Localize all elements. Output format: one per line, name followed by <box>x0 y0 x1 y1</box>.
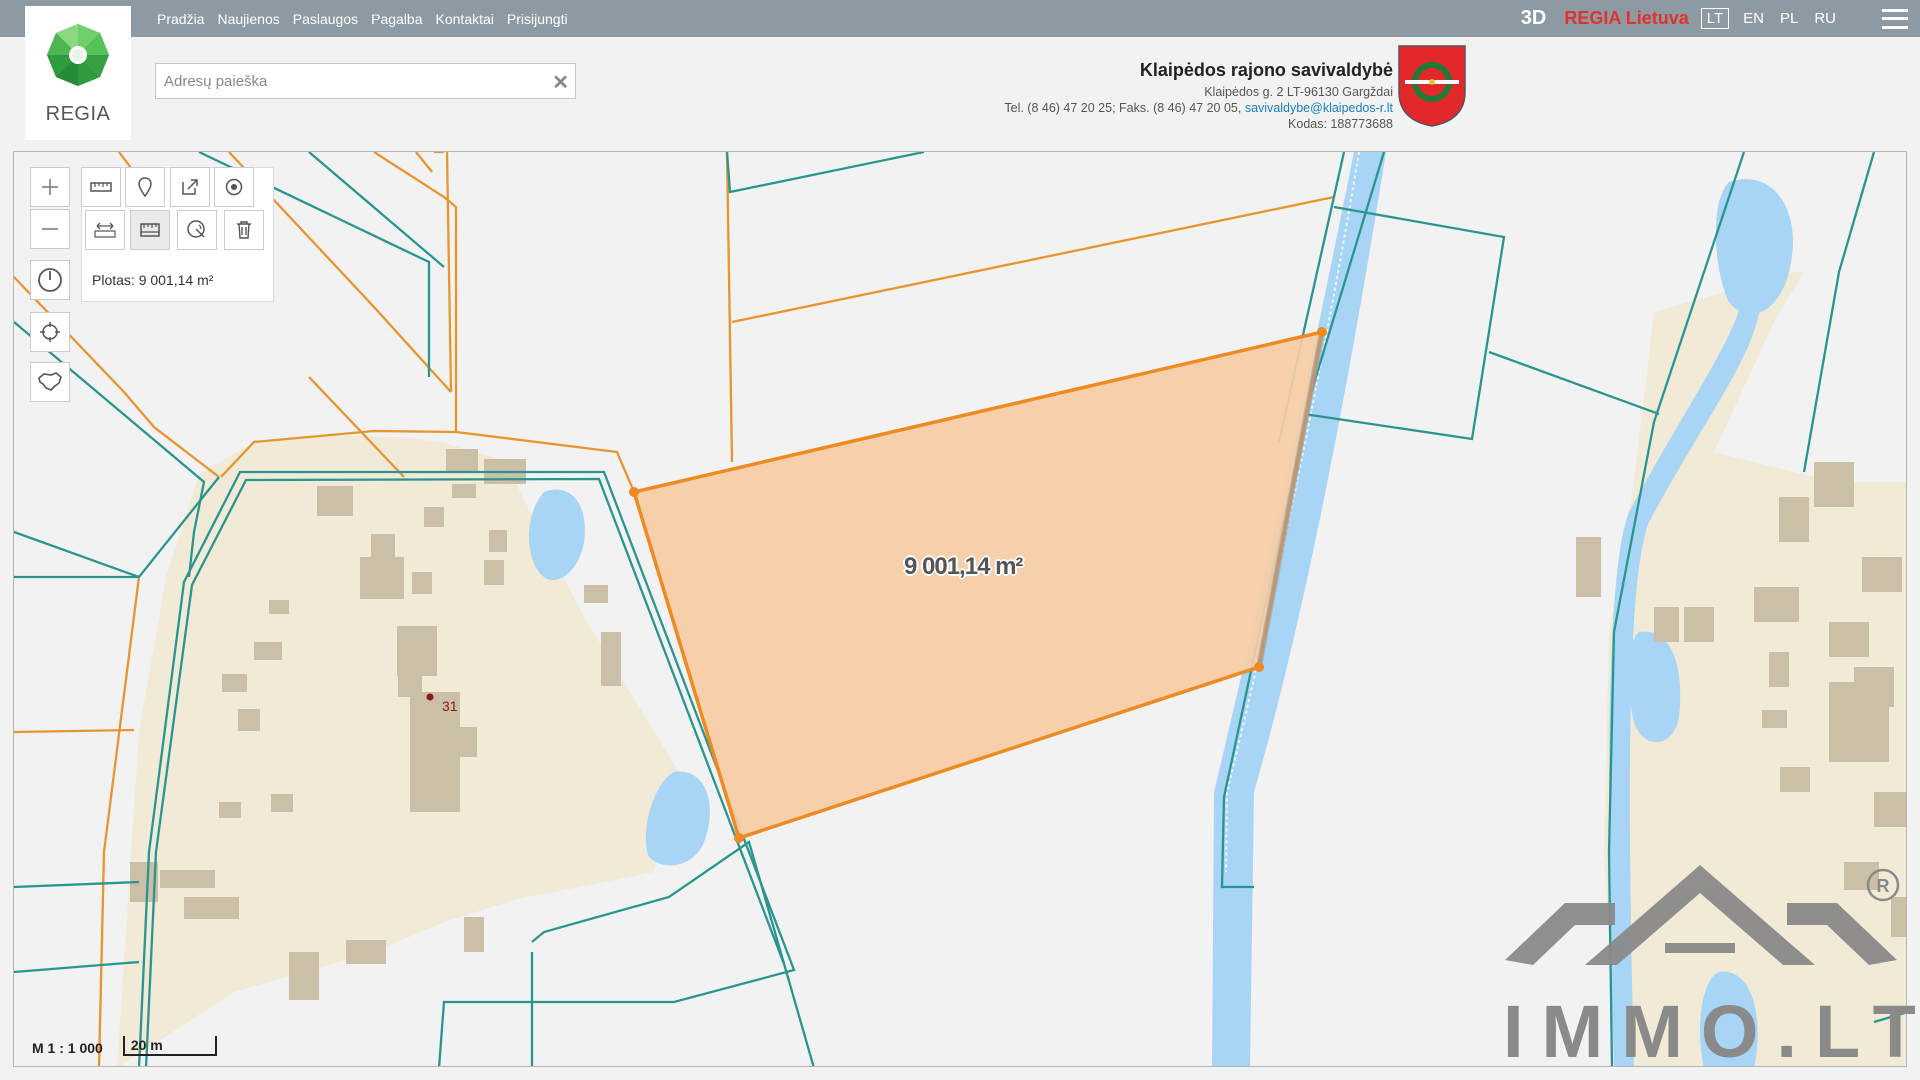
nav-news[interactable]: Naujienos <box>217 11 279 27</box>
plus-icon <box>42 179 58 195</box>
regia-logo[interactable]: REGIA <box>25 6 131 140</box>
pond <box>528 489 585 581</box>
country-outline-icon <box>38 372 62 391</box>
municipality-info: Klaipėdos rajono savivaldybė Klaipėdos g… <box>1004 58 1393 132</box>
compass-button[interactable] <box>30 260 70 300</box>
marker-tool-button[interactable] <box>125 167 165 207</box>
measure-area-button[interactable] <box>130 210 170 250</box>
crosshair-icon <box>40 322 60 342</box>
main-nav: Pradžia Naujienos Paslaugos Pagalba Kont… <box>157 0 568 37</box>
lang-ru[interactable]: RU <box>1814 10 1836 27</box>
municipality-phone: Tel. (8 46) 47 20 25; Faks. (8 46) 47 20… <box>1004 101 1242 115</box>
top-right-controls: 3D REGIA Lietuva LT EN PL RU <box>1521 0 1920 37</box>
delete-measurement-button[interactable] <box>224 210 264 250</box>
measure-distance-button[interactable] <box>85 210 125 250</box>
share-icon <box>182 179 198 195</box>
measured-area-polygon[interactable] <box>631 329 1325 841</box>
clear-search-icon[interactable]: ✕ <box>552 70 569 95</box>
coat-of-arms-icon <box>1398 45 1466 127</box>
locate-button[interactable] <box>30 312 70 352</box>
zoom-out-button[interactable] <box>30 209 70 249</box>
zoom-in-button[interactable] <box>30 167 70 207</box>
municipality-email[interactable]: savivaldybe@klaipedos-r.lt <box>1245 101 1393 115</box>
nav-contacts[interactable]: Kontaktai <box>436 11 494 27</box>
area-icon <box>140 223 160 237</box>
hamburger-menu-icon[interactable] <box>1882 8 1908 29</box>
lang-lt[interactable]: LT <box>1700 8 1730 29</box>
lang-pl[interactable]: PL <box>1780 10 1798 27</box>
regia-lietuva-link[interactable]: REGIA Lietuva <box>1564 8 1688 29</box>
trash-icon <box>237 221 251 239</box>
ruler-icon <box>90 182 112 192</box>
point-info-button[interactable] <box>214 167 254 207</box>
top-bar: Pradžia Naujienos Paslaugos Pagalba Kont… <box>0 0 1920 37</box>
measure-circle-button[interactable] <box>177 210 217 250</box>
area-measurement-label: 9 001,14 m² <box>904 553 1023 580</box>
scale-ratio: M 1 : 1 000 <box>32 1040 103 1056</box>
radius-icon <box>187 220 205 238</box>
regia-logo-icon <box>47 24 109 86</box>
distance-icon <box>94 222 116 238</box>
minus-icon <box>42 228 58 230</box>
svg-text:R: R <box>1877 876 1890 896</box>
watermark-text: IMMO.LT <box>1503 990 1915 1065</box>
lithuania-extent-button[interactable] <box>30 362 70 402</box>
address-search: ✕ <box>155 63 576 99</box>
nav-login[interactable]: Prisijungti <box>507 11 568 27</box>
compass-icon <box>38 268 62 292</box>
parcel-marker-dot <box>426 693 434 701</box>
target-icon <box>225 178 243 196</box>
logo-text: REGIA <box>45 103 111 125</box>
map-pin-icon <box>138 177 152 197</box>
yard-area <box>117 435 679 1066</box>
area-result-label: Plotas: 9 001,14 m² <box>92 272 214 288</box>
3d-button[interactable]: 3D <box>1521 7 1547 30</box>
municipality-contacts: Tel. (8 46) 47 20 25; Faks. (8 46) 47 20… <box>1004 100 1393 116</box>
nav-help[interactable]: Pagalba <box>371 11 422 27</box>
municipality-address: Klaipėdos g. 2 LT-96130 Gargždai <box>1204 85 1393 99</box>
address-search-input[interactable] <box>156 64 536 98</box>
scale-bar: 20 m <box>122 1036 217 1056</box>
measure-tool-button[interactable] <box>81 167 121 207</box>
lang-en[interactable]: EN <box>1743 10 1764 27</box>
immo-watermark-logo: R IMMO.LT <box>1503 865 1915 1065</box>
map-scale: M 1 : 1 000 20 m <box>32 1036 217 1056</box>
municipality-code: Kodas: 188773688 <box>1288 117 1393 131</box>
municipality-name: Klaipėdos rajono savivaldybė <box>1139 60 1393 80</box>
share-button[interactable] <box>170 167 210 207</box>
tools-panel: Plotas: 9 001,14 m² <box>81 167 274 302</box>
parcel-number-label: 31 <box>442 698 458 714</box>
nav-home[interactable]: Pradžia <box>157 11 204 27</box>
nav-services[interactable]: Paslaugos <box>293 11 358 27</box>
